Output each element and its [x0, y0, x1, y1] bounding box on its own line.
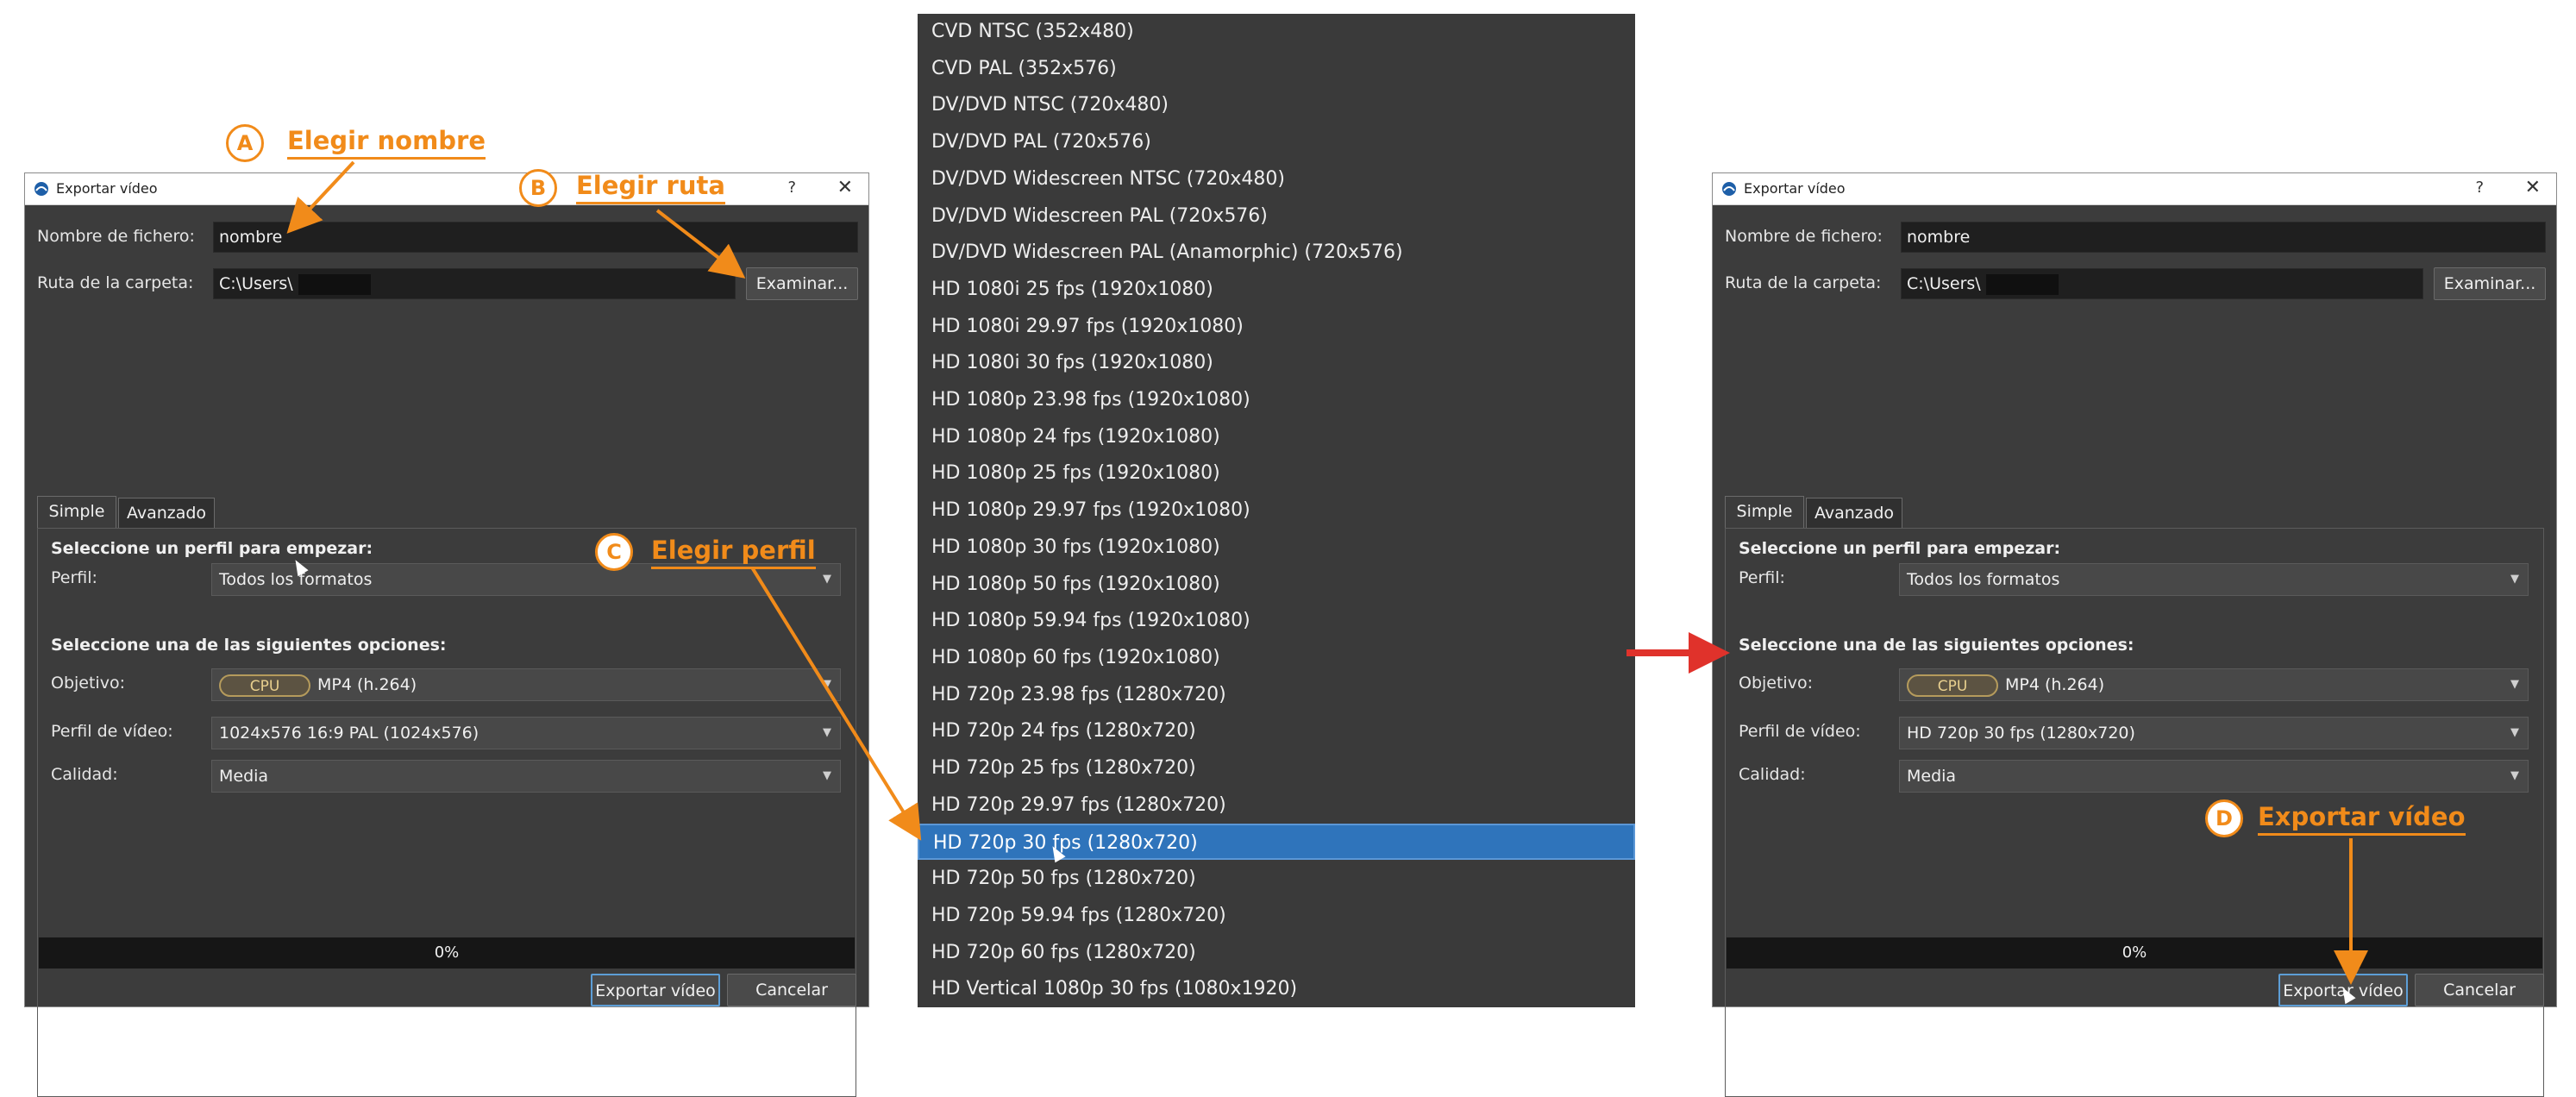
- annotation-b-badge: B: [519, 169, 557, 207]
- arrow-c: [750, 566, 922, 841]
- annotation-c-label: Elegir perfil: [651, 536, 816, 569]
- arrow-b: [655, 209, 746, 279]
- annotation-d-badge: D: [2205, 799, 2243, 837]
- arrow-a: [286, 160, 355, 234]
- annotation-c-badge: C: [595, 533, 633, 571]
- annotation-a-label: Elegir nombre: [287, 126, 486, 160]
- annotation-b-label: Elegir ruta: [576, 171, 725, 204]
- annotation-d-label: Exportar vídeo: [2258, 802, 2466, 836]
- annotation-a-badge: A: [226, 124, 264, 162]
